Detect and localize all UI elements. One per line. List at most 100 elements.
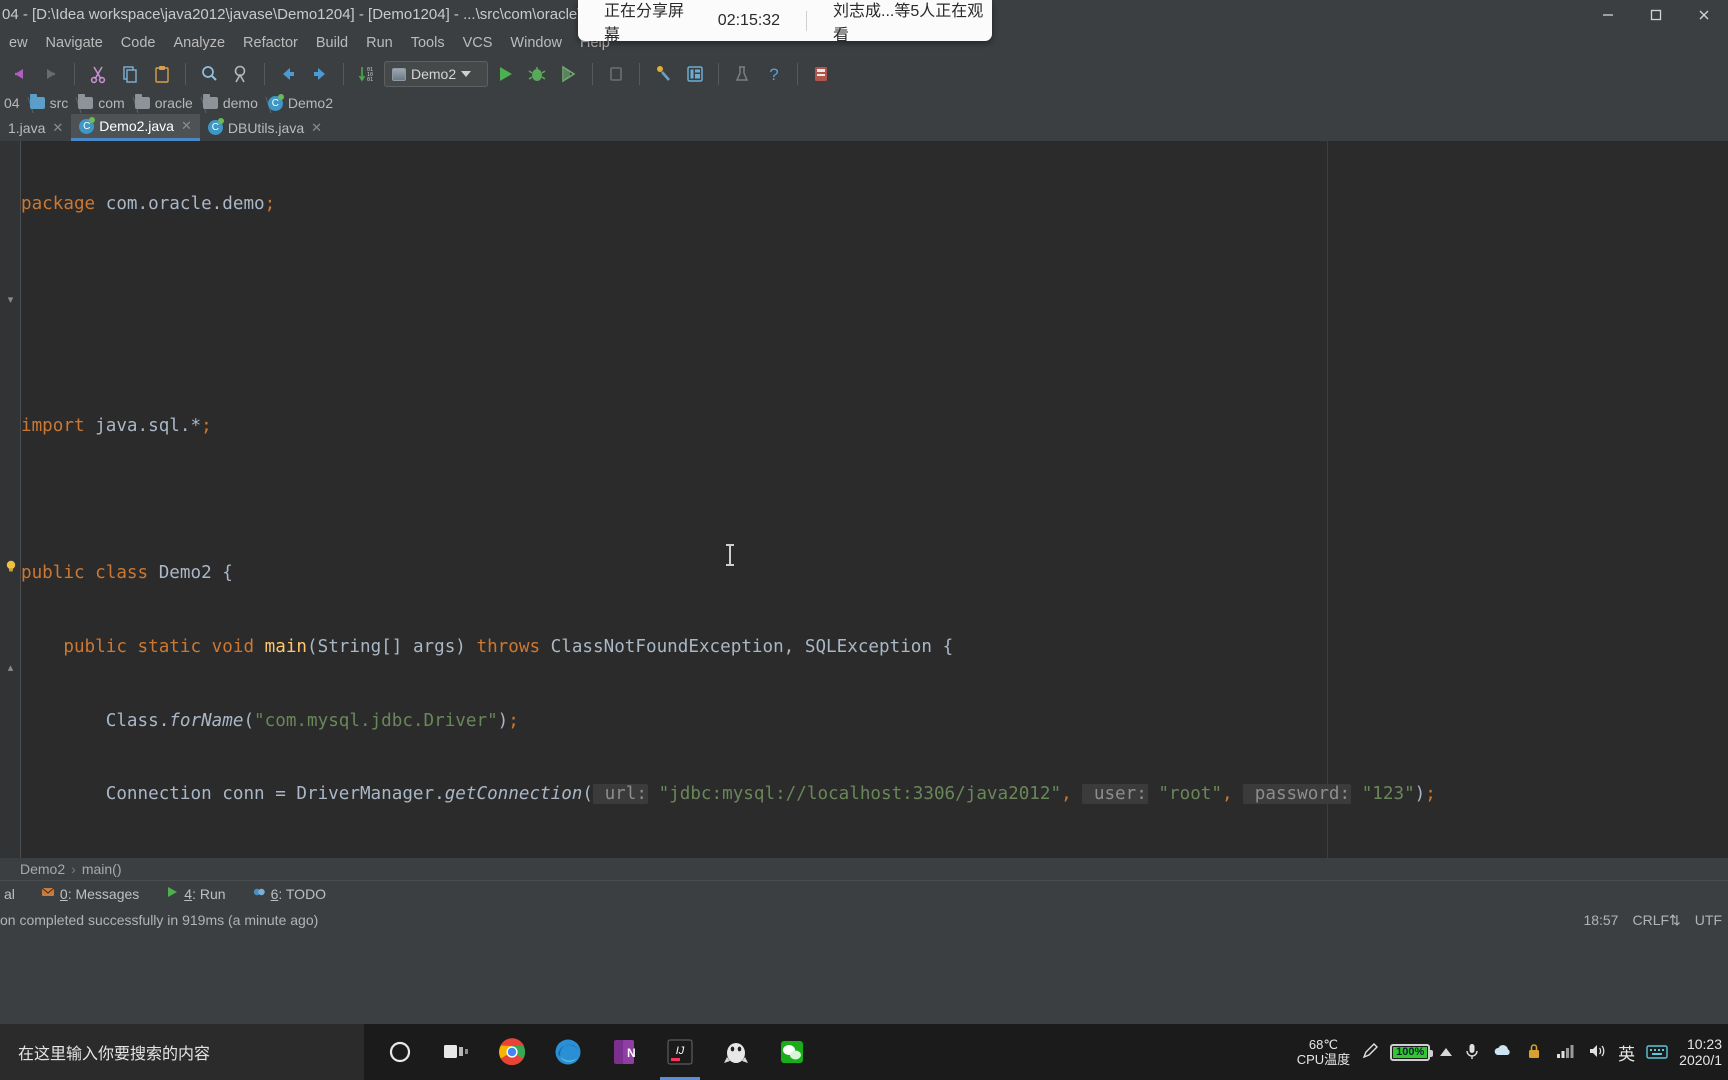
help-icon[interactable]: ? xyxy=(759,59,789,89)
breadcrumb-separator: › xyxy=(71,861,76,877)
network-icon[interactable] xyxy=(1554,1041,1576,1064)
edge-icon[interactable] xyxy=(540,1024,596,1080)
share-status-label: 正在分享屏幕 xyxy=(604,2,685,44)
tab-label: 1.java xyxy=(8,119,46,136)
breadcrumb-method[interactable]: main() xyxy=(82,861,122,877)
debug-button[interactable] xyxy=(522,59,552,89)
paste-icon[interactable] xyxy=(147,59,177,89)
breadcrumb-class[interactable]: Demo2 xyxy=(20,861,65,877)
copy-icon[interactable] xyxy=(115,59,145,89)
cpu-temp-label: CPU温度 xyxy=(1296,1052,1351,1067)
taskbar-clock[interactable]: 10:23 2020/1 xyxy=(1679,1036,1722,1068)
share-timer: 02:15:32 xyxy=(717,11,781,29)
toolwindow-todo[interactable]: 6: TODO xyxy=(248,885,331,902)
breadcrumb-item-demo[interactable]: demo xyxy=(199,94,264,111)
sort-icon[interactable]: 01 10 01 xyxy=(352,59,382,89)
menu-item-run[interactable]: Run xyxy=(357,33,402,53)
toolwindow-messages[interactable]: 0: Messages xyxy=(37,885,143,902)
menu-item-refactor[interactable]: Refactor xyxy=(234,33,307,53)
breadcrumb-item-com[interactable]: com xyxy=(74,94,130,111)
lock-icon[interactable] xyxy=(1524,1041,1544,1064)
line-separator-indicator[interactable]: CRLF⇅ xyxy=(1632,912,1680,929)
onenote-icon[interactable]: N xyxy=(596,1024,652,1080)
intellij-idea-icon[interactable]: IJ xyxy=(652,1024,708,1080)
svg-text:N: N xyxy=(627,1046,636,1060)
volume-icon[interactable] xyxy=(1586,1041,1608,1064)
tab-dbutilsjava[interactable]: C DBUtils.java ✕ xyxy=(200,114,330,141)
qq-icon[interactable] xyxy=(708,1024,764,1080)
maximize-button[interactable] xyxy=(1632,0,1680,30)
chevron-up-icon[interactable] xyxy=(1440,1048,1453,1056)
tab-1java[interactable]: 1.java ✕ xyxy=(0,114,71,141)
find-usages-icon[interactable] xyxy=(226,59,256,89)
svg-text:IJ: IJ xyxy=(676,1045,685,1057)
cut-icon[interactable] xyxy=(83,59,113,89)
code-editor[interactable]: ▾ ▴ package com.oracle.demo; import java… xyxy=(0,141,1728,858)
toolwindow-terminal[interactable]: al xyxy=(0,886,19,902)
menu-item-build[interactable]: Build xyxy=(307,33,357,53)
todo-icon xyxy=(252,885,266,902)
task-view-icon[interactable] xyxy=(428,1024,484,1080)
menu-item-tools[interactable]: Tools xyxy=(402,33,454,53)
redo-icon[interactable] xyxy=(36,59,66,89)
cortana-icon[interactable] xyxy=(372,1024,428,1080)
menu-item-vcs[interactable]: VCS xyxy=(454,33,502,53)
fold-marker-method[interactable]: ▾ xyxy=(5,294,16,306)
close-button[interactable] xyxy=(1680,0,1728,30)
messages-icon xyxy=(41,885,55,902)
keyboard-icon[interactable] xyxy=(1645,1041,1669,1064)
toolbar-separator xyxy=(264,63,265,85)
folder-icon xyxy=(202,94,218,109)
stop-icon[interactable] xyxy=(601,59,631,89)
breadcrumb-label: com xyxy=(98,95,125,111)
toolwindow-label: : TODO xyxy=(278,885,327,902)
intention-bulb-icon[interactable] xyxy=(4,559,18,573)
battery-percent: 100% xyxy=(1396,1046,1425,1058)
find-icon[interactable] xyxy=(194,59,224,89)
project-structure-icon[interactable] xyxy=(680,59,710,89)
taskbar-search-input[interactable]: 在这里输入你要搜索的内容 xyxy=(0,1024,364,1080)
back-icon[interactable] xyxy=(273,59,303,89)
screen-share-overlay[interactable]: 正在分享屏幕 02:15:32 刘志成...等5人正在观看 xyxy=(578,0,992,44)
code-line: package com.oracle.demo; xyxy=(21,194,276,215)
status-message: on completed successfully in 919ms (a mi… xyxy=(0,912,319,928)
run-button[interactable] xyxy=(490,59,520,89)
breadcrumb-label: demo xyxy=(222,95,258,111)
window-title: 04 - [D:\Idea workspace\java2012\javase\… xyxy=(2,6,590,23)
toolwindow-run[interactable]: 4: Run xyxy=(161,885,229,902)
settings-wrench-icon[interactable] xyxy=(648,59,678,89)
encoding-indicator[interactable]: UTF xyxy=(1695,912,1722,928)
ime-indicator[interactable]: 英 xyxy=(1618,1040,1635,1065)
menu-item-navigate[interactable]: Navigate xyxy=(37,33,112,53)
pen-icon[interactable] xyxy=(1360,1041,1380,1064)
run-configuration-selector[interactable]: Demo2 xyxy=(384,61,488,87)
breadcrumb-item-oracle[interactable]: oracle xyxy=(131,94,199,111)
close-icon[interactable]: ✕ xyxy=(311,120,322,136)
toolwindow-key: 4 xyxy=(184,885,193,902)
minimize-button[interactable] xyxy=(1584,0,1632,30)
chrome-icon[interactable] xyxy=(484,1024,540,1080)
mic-icon[interactable] xyxy=(1462,1041,1482,1064)
code-content[interactable]: package com.oracle.demo; import java.sql… xyxy=(21,141,1728,858)
menu-item-window[interactable]: Window xyxy=(501,33,571,53)
cpu-temperature-indicator[interactable]: 68℃ CPU温度 xyxy=(1297,1037,1350,1067)
wechat-icon[interactable] xyxy=(764,1024,820,1080)
tab-demo2java[interactable]: C Demo2.java ✕ xyxy=(71,114,200,141)
run-coverage-button[interactable] xyxy=(554,59,584,89)
breadcrumb-item-project[interactable]: 04 xyxy=(0,95,26,111)
menu-item-view[interactable]: ew xyxy=(0,33,37,53)
menu-item-code[interactable]: Code xyxy=(112,33,165,53)
editor-gutter[interactable]: ▾ ▴ xyxy=(0,141,21,858)
breadcrumb-item-src[interactable]: src xyxy=(26,94,75,111)
close-icon[interactable]: ✕ xyxy=(52,120,63,136)
sdk-manager-icon[interactable] xyxy=(727,59,757,89)
cloud-icon[interactable] xyxy=(1492,1041,1514,1064)
breadcrumb-item-class[interactable]: C Demo2 xyxy=(264,93,339,111)
fold-marker-block[interactable]: ▴ xyxy=(5,662,16,674)
close-icon[interactable]: ✕ xyxy=(181,118,192,134)
database-icon[interactable] xyxy=(806,59,836,89)
forward-icon[interactable] xyxy=(305,59,335,89)
battery-indicator[interactable]: 100% xyxy=(1390,1043,1434,1061)
undo-icon[interactable] xyxy=(4,59,34,89)
menu-item-analyze[interactable]: Analyze xyxy=(164,33,234,53)
